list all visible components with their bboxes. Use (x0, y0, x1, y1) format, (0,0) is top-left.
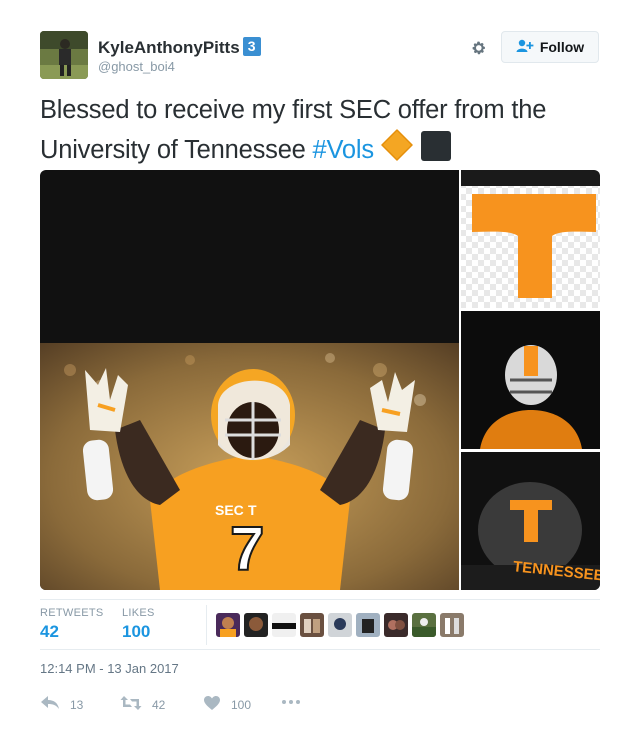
hashtag-link[interactable]: #Vols (313, 136, 375, 164)
stats-divider-top (40, 599, 600, 600)
retweet-button[interactable]: 42 (120, 695, 165, 714)
tennessee-t-logo-thumbnail[interactable] (461, 170, 600, 308)
media-grid[interactable]: 7 SEC T TENNESSEE (40, 170, 600, 590)
follow-label: Follow (539, 39, 585, 55)
tweet-text-line2: University of Tennessee #Vols (40, 128, 580, 172)
more-button[interactable] (281, 695, 301, 712)
retweets-label: RETWEETS (40, 607, 104, 619)
helmet-side-thumbnail[interactable]: TENNESSEE (461, 452, 600, 590)
liker-avatar[interactable] (384, 613, 408, 637)
stats-divider-bottom (40, 649, 600, 650)
tweet-text-line1: Blessed to receive my first SEC offer fr… (40, 96, 547, 124)
like-button[interactable]: 100 (203, 695, 251, 714)
liker-avatar[interactable] (440, 613, 464, 637)
tweet-text: Blessed to receive my first SEC offer fr… (40, 93, 580, 172)
likes-stat[interactable]: LIKES 100 (122, 607, 155, 642)
likes-value: 100 (122, 622, 151, 641)
avatar[interactable] (40, 31, 88, 79)
svg-text:T: T (248, 502, 257, 518)
retweet-icon (120, 695, 142, 714)
svg-text:SEC: SEC (215, 502, 244, 518)
tweet-timestamp[interactable]: 12:14 PM - 13 Jan 2017 (40, 661, 179, 676)
display-name-text[interactable]: KyleAnthonyPitts (98, 38, 240, 57)
user-handle[interactable]: @ghost_boi4 (98, 59, 175, 74)
helmet-front-thumbnail[interactable] (461, 311, 600, 449)
badge-count: 3 (242, 37, 261, 56)
user-display-name[interactable]: KyleAnthonyPitts 3 (98, 37, 261, 58)
retweets-value: 42 (40, 622, 59, 641)
liker-avatar[interactable] (216, 613, 240, 637)
reply-button[interactable]: 13 (40, 695, 83, 714)
liker-avatar[interactable] (412, 613, 436, 637)
heart-icon (203, 695, 221, 714)
like-count: 100 (231, 697, 252, 712)
liked-by-avatars (206, 605, 464, 645)
more-icon (281, 695, 301, 712)
black-square-icon (420, 130, 452, 172)
liker-avatar[interactable] (300, 613, 324, 637)
jersey-number: 7 (230, 515, 264, 584)
reply-count: 13 (70, 697, 84, 712)
liker-avatar[interactable] (272, 613, 296, 637)
main-photo-football-player[interactable]: 7 SEC T (40, 170, 459, 590)
tweet-text-line2-text: University of Tennessee (40, 136, 306, 164)
liker-avatar[interactable] (244, 613, 268, 637)
follow-button[interactable]: Follow (501, 31, 599, 63)
add-user-icon (516, 39, 534, 56)
likes-label: LIKES (122, 607, 155, 619)
liker-avatar[interactable] (328, 613, 352, 637)
retweet-count: 42 (152, 697, 166, 712)
retweets-stat[interactable]: RETWEETS 42 (40, 607, 104, 642)
reply-icon (40, 695, 60, 714)
gear-icon[interactable] (467, 36, 491, 60)
orange-diamond-icon (380, 128, 414, 172)
liker-avatar[interactable] (356, 613, 380, 637)
